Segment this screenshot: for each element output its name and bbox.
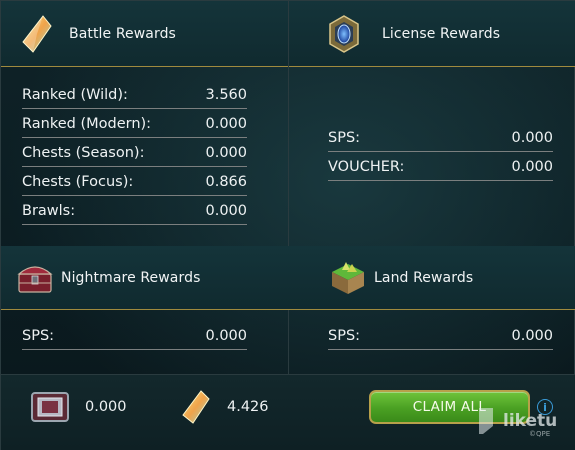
watermark-sub: ©QPE [529,430,551,438]
column-divider [288,1,289,375]
license-rewards-title: License Rewards [382,25,501,42]
land-icon [332,261,364,294]
shard-icon [182,390,210,424]
land-rewards-header: Land Rewards [288,246,575,310]
land-rewards-title: Land Rewards [374,269,474,286]
row-value: 0.000 [205,203,247,219]
license-rewards-list: SPS: 0.000 VOUCHER: 0.000 [328,123,553,181]
row-value: 0.000 [511,159,553,175]
list-item: SPS: 0.000 [328,321,553,350]
license-rewards-header: License Rewards [288,1,575,67]
list-item: Chests (Season): 0.000 [22,138,247,167]
shard-value: 4.426 [227,399,269,415]
shard-icon [22,14,52,53]
list-item: SPS: 0.000 [328,123,553,152]
list-item: SPS: 0.000 [22,321,247,350]
shard-total: 4.426 [179,389,269,425]
battle-rewards-list: Ranked (Wild): 3.560 Ranked (Modern): 0.… [22,80,247,225]
row-value: 0.000 [205,145,247,161]
battle-rewards-title: Battle Rewards [69,25,176,42]
land-rewards-list: SPS: 0.000 [328,321,553,350]
watermark-logo-icon [479,408,493,434]
list-item: Ranked (Modern): 0.000 [22,109,247,138]
row-value: 3.560 [205,87,247,103]
row-label: Chests (Season): [22,145,145,161]
row-label: Ranked (Modern): [22,116,152,132]
dec-card-icon [31,392,69,422]
row-value: 0.866 [205,174,247,190]
nightmare-rewards-title: Nightmare Rewards [61,269,201,286]
row-label: Chests (Focus): [22,174,134,190]
chest-icon [17,265,53,293]
license-emblem-icon [329,14,359,53]
list-item: Brawls: 0.000 [22,196,247,225]
battle-rewards-header: Battle Rewards [1,1,288,67]
row-label: Brawls: [22,203,76,219]
nightmare-rewards-list: SPS: 0.000 [22,321,247,350]
nightmare-rewards-header: Nightmare Rewards [1,246,288,310]
row-value: 0.000 [205,116,247,132]
row-value: 0.000 [205,328,247,344]
list-item: Chests (Focus): 0.866 [22,167,247,196]
watermark-text: liketu [503,411,558,431]
list-item: VOUCHER: 0.000 [328,152,553,181]
row-label: SPS: [328,130,361,146]
row-value: 0.000 [511,328,553,344]
watermark: liketu ©QPE [473,406,558,438]
row-label: Ranked (Wild): [22,87,128,103]
row-label: SPS: [22,328,55,344]
row-label: VOUCHER: [328,159,405,175]
dec-value: 0.000 [85,399,127,415]
dec-total: 0.000 [29,389,127,425]
row-label: SPS: [328,328,361,344]
row-value: 0.000 [511,130,553,146]
rewards-panel: Battle Rewards License Rewards Ranked (W… [0,0,575,450]
list-item: Ranked (Wild): 3.560 [22,80,247,109]
